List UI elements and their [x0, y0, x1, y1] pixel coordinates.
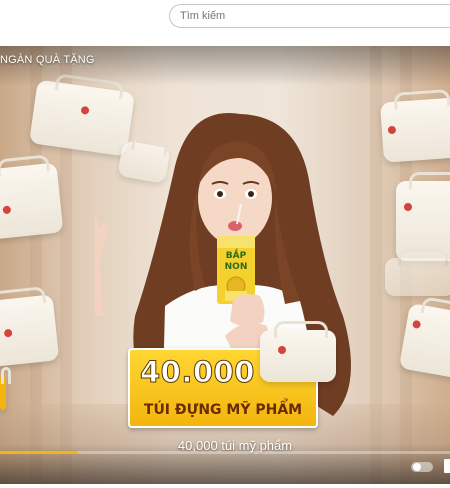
search-box[interactable]	[169, 4, 450, 28]
progress-bar[interactable]	[0, 451, 450, 454]
cosmetic-bag-image	[0, 294, 60, 368]
left-edge-accent	[0, 367, 11, 410]
progress-bar-fill	[0, 451, 77, 454]
pause-toggle-icon[interactable]	[411, 462, 433, 472]
cosmetic-bag-image	[380, 97, 450, 163]
player-top-shade	[0, 46, 450, 86]
promo-label: TÚI ĐỰNG MỸ PHẨM	[143, 402, 303, 418]
cosmetic-bag-image	[260, 321, 336, 382]
cosmetic-bag-image	[0, 162, 64, 240]
video-player[interactable]: BẮP NON 40.000 TÚI ĐỰNG MỸ PHẨM NGÀN QUÀ…	[0, 46, 450, 484]
cosmetic-bag-image	[385, 249, 450, 296]
search-input[interactable]	[170, 5, 450, 27]
page-bottom-strip	[0, 484, 450, 488]
settings-icon[interactable]	[444, 459, 450, 473]
toggle-knob	[413, 463, 421, 471]
product-box: BẮP NON	[217, 236, 255, 304]
top-bar	[0, 0, 450, 46]
product-brand-line2: NON	[225, 262, 248, 272]
video-title[interactable]: NGÀN QUÀ TẶNG	[0, 54, 95, 66]
